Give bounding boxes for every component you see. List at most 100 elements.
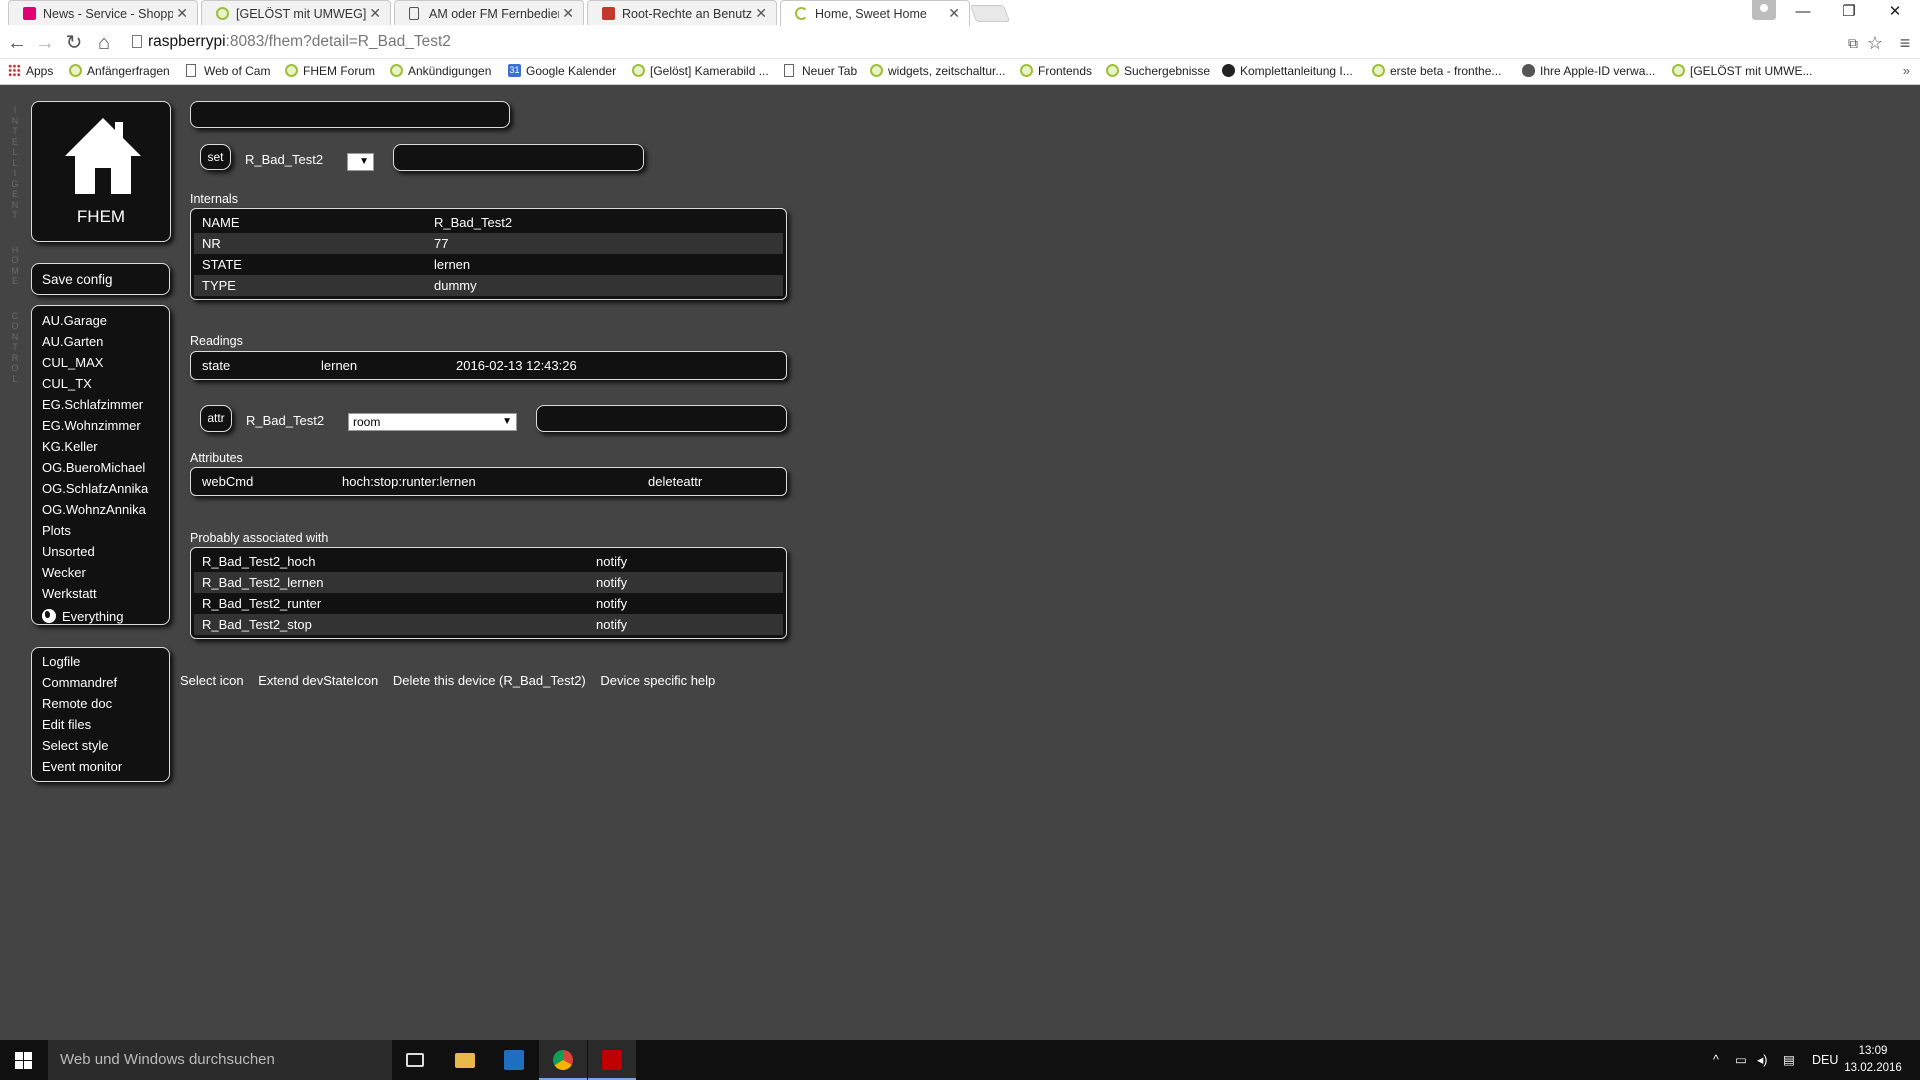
- filezilla-icon[interactable]: [588, 1040, 636, 1080]
- associated-device-link[interactable]: R_Bad_Test2_stop: [202, 614, 312, 635]
- minimize-icon[interactable]: —: [1780, 0, 1826, 26]
- attr-value-input[interactable]: [536, 405, 787, 432]
- outlook-icon[interactable]: [490, 1040, 538, 1080]
- browser-tab[interactable]: News - Service - Shopping ✕: [8, 0, 198, 25]
- associated-device-link[interactable]: R_Bad_Test2_hoch: [202, 551, 315, 572]
- taskbar-clock[interactable]: 13:09 13.02.2016: [1834, 1043, 1912, 1077]
- chrome-icon[interactable]: [539, 1040, 587, 1080]
- room-link[interactable]: OG.WohnzAnnika: [32, 499, 169, 520]
- bookmark-item[interactable]: 31 Google Kalender: [508, 64, 616, 78]
- vertical-label-char: O: [11, 321, 19, 331]
- home-icon[interactable]: ⌂: [91, 30, 117, 56]
- close-tab-icon[interactable]: ✕: [755, 5, 767, 22]
- menu-icon[interactable]: ≡: [1892, 30, 1918, 56]
- bookmark-item[interactable]: Web of Cam: [186, 64, 270, 78]
- bookmark-item[interactable]: FHEM Forum: [285, 64, 375, 78]
- associated-device-link[interactable]: R_Bad_Test2_lernen: [202, 572, 323, 593]
- associated-device-link[interactable]: R_Bad_Test2_runter: [202, 593, 321, 614]
- profile-icon[interactable]: [1752, 0, 1776, 20]
- room-link[interactable]: OG.SchlafzAnnika: [32, 478, 169, 499]
- deleteattr-link[interactable]: deleteattr: [648, 471, 702, 492]
- logfile-link[interactable]: Logfile: [32, 651, 169, 672]
- attribute-value: hoch:stop:runter:lernen: [342, 474, 476, 489]
- room-link[interactable]: AU.Garten: [32, 331, 169, 352]
- bookmark-item[interactable]: widgets, zeitschaltur...: [870, 64, 1005, 78]
- room-link[interactable]: CUL_MAX: [32, 352, 169, 373]
- back-arrow-icon[interactable]: ←: [4, 30, 30, 56]
- commandref-link[interactable]: Commandref: [32, 672, 169, 693]
- browser-tab-active[interactable]: Home, Sweet Home ✕: [780, 0, 970, 26]
- show-hidden-icons[interactable]: ^: [1713, 1040, 1719, 1080]
- bookmark-item[interactable]: Ankündigungen: [390, 64, 491, 78]
- taskbar-search[interactable]: Web und Windows durchsuchen: [48, 1040, 392, 1080]
- browser-tab[interactable]: AM oder FM Fernbedienun ✕: [394, 0, 584, 25]
- globe-icon: [42, 609, 56, 623]
- fhem-logo[interactable]: FHEM: [31, 101, 171, 242]
- room-link-everything[interactable]: Everything: [32, 606, 169, 627]
- browser-tab[interactable]: Root-Rechte an Benutzer ✕: [587, 0, 777, 25]
- command-input[interactable]: [190, 101, 510, 128]
- select-icon-link[interactable]: Select icon: [180, 673, 244, 688]
- set-value-input[interactable]: [393, 144, 644, 171]
- page-info-icon[interactable]: [132, 35, 142, 48]
- bookmark-item[interactable]: Komplettanleitung I...: [1222, 64, 1353, 78]
- room-link[interactable]: Werkstatt: [32, 583, 169, 604]
- attr-button[interactable]: attr: [200, 405, 232, 432]
- browser-tab[interactable]: [GELÖST mit UMWEG] Do ✕: [201, 0, 391, 25]
- file-explorer-icon[interactable]: [441, 1040, 489, 1080]
- bookmark-item[interactable]: Frontends: [1020, 64, 1092, 78]
- event-monitor-link[interactable]: Event monitor: [32, 756, 169, 777]
- close-tab-icon[interactable]: ✕: [369, 5, 381, 22]
- edit-files-link[interactable]: Edit files: [32, 714, 169, 735]
- delete-device-link[interactable]: Delete this device (R_Bad_Test2): [393, 673, 586, 688]
- restore-icon[interactable]: ❐: [1826, 0, 1872, 26]
- bookmark-star-icon[interactable]: ☆: [1862, 30, 1888, 56]
- room-link[interactable]: Wecker: [32, 562, 169, 583]
- readings-title: Readings: [190, 334, 243, 348]
- room-link[interactable]: Plots: [32, 520, 169, 541]
- outlook-glyph-icon: [504, 1050, 524, 1070]
- bookmark-item[interactable]: [Gelöst] Kamerabild ...: [632, 64, 769, 78]
- bookmark-item[interactable]: erste beta - fronthe...: [1372, 64, 1501, 78]
- bookmark-item[interactable]: Suchergebnisse: [1106, 64, 1210, 78]
- extend-devstateicon-link[interactable]: Extend devStateIcon: [258, 673, 378, 688]
- bookmark-label: Ihre Apple-ID verwa...: [1540, 64, 1656, 78]
- bookmark-apps[interactable]: Apps: [8, 64, 53, 78]
- close-tab-icon[interactable]: ✕: [948, 5, 960, 22]
- room-link[interactable]: OG.BueroMichael: [32, 457, 169, 478]
- bookmark-item[interactable]: Neuer Tab: [784, 64, 857, 78]
- volume-icon[interactable]: ◂): [1757, 1040, 1767, 1080]
- room-link[interactable]: EG.Schlafzimmer: [32, 394, 169, 415]
- address-bar[interactable]: raspberrypi:8083/fhem?detail=R_Bad_Test2: [128, 30, 1828, 55]
- room-link[interactable]: AU.Garage: [32, 310, 169, 331]
- room-link[interactable]: Unsorted: [32, 541, 169, 562]
- reload-icon[interactable]: ↻: [61, 30, 87, 56]
- set-command-select[interactable]: ▼: [347, 153, 374, 171]
- bookmark-item[interactable]: Anfängerfragen: [69, 64, 170, 78]
- attr-select[interactable]: room ▼: [348, 413, 517, 431]
- network-icon[interactable]: ▭: [1735, 1040, 1747, 1080]
- room-link[interactable]: CUL_TX: [32, 373, 169, 394]
- reading-value: lernen: [321, 358, 358, 373]
- bookmark-item[interactable]: [GELÖST mit UMWE...: [1672, 64, 1812, 78]
- tab-title: [GELÖST mit UMWEG] Do: [236, 7, 366, 21]
- select-style-link[interactable]: Select style: [32, 735, 169, 756]
- close-window-icon[interactable]: ✕: [1872, 0, 1918, 26]
- device-help-link[interactable]: Device specific help: [600, 673, 715, 688]
- room-link[interactable]: EG.Wohnzimmer: [32, 415, 169, 436]
- set-button[interactable]: set: [200, 144, 231, 170]
- bookmarks-overflow-button[interactable]: »: [1903, 63, 1910, 78]
- action-center-icon[interactable]: ▤: [1783, 1040, 1795, 1080]
- task-view-icon[interactable]: [392, 1040, 440, 1080]
- bookmark-item[interactable]: Ihre Apple-ID verwa...: [1522, 64, 1655, 78]
- close-tab-icon[interactable]: ✕: [562, 5, 574, 22]
- close-tab-icon[interactable]: ✕: [176, 5, 188, 22]
- save-config-link[interactable]: Save config: [32, 269, 169, 290]
- room-link[interactable]: KG.Keller: [32, 436, 169, 457]
- start-button[interactable]: [0, 1040, 48, 1080]
- remote-doc-link[interactable]: Remote doc: [32, 693, 169, 714]
- forward-arrow-icon[interactable]: →: [32, 30, 58, 56]
- new-tab-button[interactable]: [969, 5, 1011, 22]
- task-view-glyph: [406, 1053, 424, 1067]
- loading-favicon-icon: [795, 7, 808, 20]
